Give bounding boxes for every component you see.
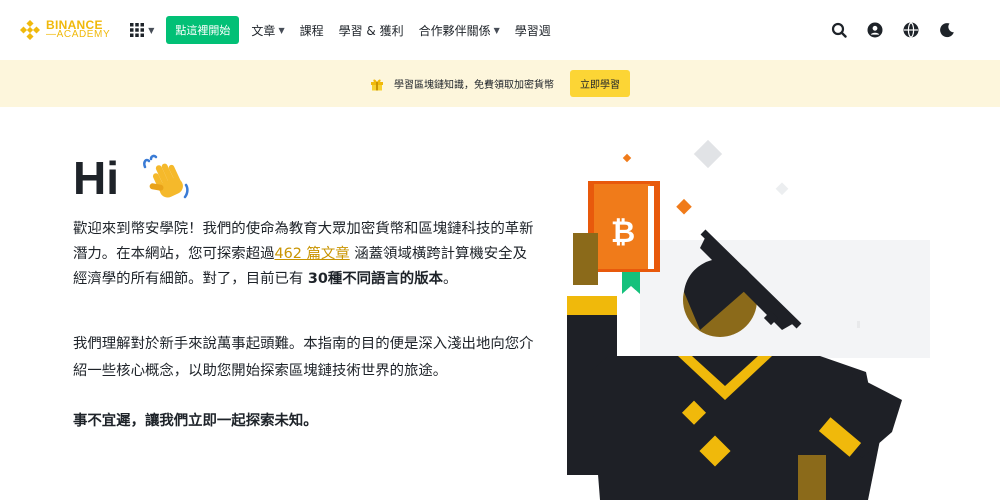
sleeve-cuff xyxy=(567,296,617,318)
menu-item-label: 課程 xyxy=(299,23,324,38)
learn-now-button[interactable]: 立即學習 xyxy=(570,70,630,97)
articles-count-link[interactable]: 462 篇文章 xyxy=(274,246,349,262)
languages-count: 30種不同語言的版本 xyxy=(307,271,443,287)
chevron-down-icon: ▼ xyxy=(278,25,285,35)
menu-item-label: 學習週 xyxy=(514,23,551,38)
menu-item-learn-earn[interactable]: 學習 & 獲利 xyxy=(339,22,404,39)
search-icon[interactable] xyxy=(830,21,848,39)
dark-mode-icon[interactable] xyxy=(938,21,956,39)
apps-menu-button[interactable]: ▼ xyxy=(130,23,154,37)
hand xyxy=(798,455,826,500)
chevron-down-icon: ▼ xyxy=(493,25,500,35)
menu-item-label: 合作夥伴關係 xyxy=(418,23,491,38)
diamond-decoration xyxy=(676,198,692,215)
binance-logo-icon xyxy=(20,20,40,40)
menu-item-courses[interactable]: 課程 xyxy=(300,22,324,39)
greeting-row: Hi xyxy=(73,150,191,206)
start-here-button[interactable]: 點這裡開始 xyxy=(166,16,240,44)
svg-text:₿: ₿ xyxy=(611,215,635,250)
account-icon[interactable] xyxy=(866,21,884,39)
hand xyxy=(573,233,598,285)
language-icon[interactable] xyxy=(902,21,920,39)
menu-item-articles[interactable]: 文章 ▼ xyxy=(251,22,284,39)
promo-banner: 學習區塊鏈知識，免費領取加密貨幣 立即學習 xyxy=(0,60,1000,107)
page-title: Hi xyxy=(73,152,119,204)
logo-sub-text: —ACADEMY xyxy=(46,29,111,40)
diamond-decoration xyxy=(622,153,632,163)
top-nav: BINANCE —ACADEMY ▼ 點這裡開始 文章 ▼ 課程 學習 & 獲利… xyxy=(0,0,1000,60)
chevron-down-icon: ▼ xyxy=(148,25,155,35)
menu-item-partnerships[interactable]: 合作夥伴關係 ▼ xyxy=(419,22,500,39)
grid-icon xyxy=(130,23,145,37)
gift-icon xyxy=(371,79,383,90)
binance-academy-logo[interactable]: BINANCE —ACADEMY xyxy=(20,19,111,40)
main-menu: 文章 ▼ 課程 學習 & 獲利 合作夥伴關係 ▼ 學習週 xyxy=(251,22,550,39)
hero-illustration: ₿ xyxy=(495,139,930,500)
menu-item-label: 學習 & 獲利 xyxy=(338,23,404,38)
diamond-decoration xyxy=(693,139,723,169)
crescent-shape xyxy=(495,190,555,310)
banner-text: 學習區塊鏈知識，免費領取加密貨幣 xyxy=(394,80,554,91)
diamond-decoration xyxy=(775,182,789,196)
menu-item-learning-week[interactable]: 學習週 xyxy=(515,22,551,39)
nav-right-icons xyxy=(830,21,956,39)
waving-hand-icon xyxy=(143,154,189,199)
menu-item-label: 文章 xyxy=(251,23,276,38)
